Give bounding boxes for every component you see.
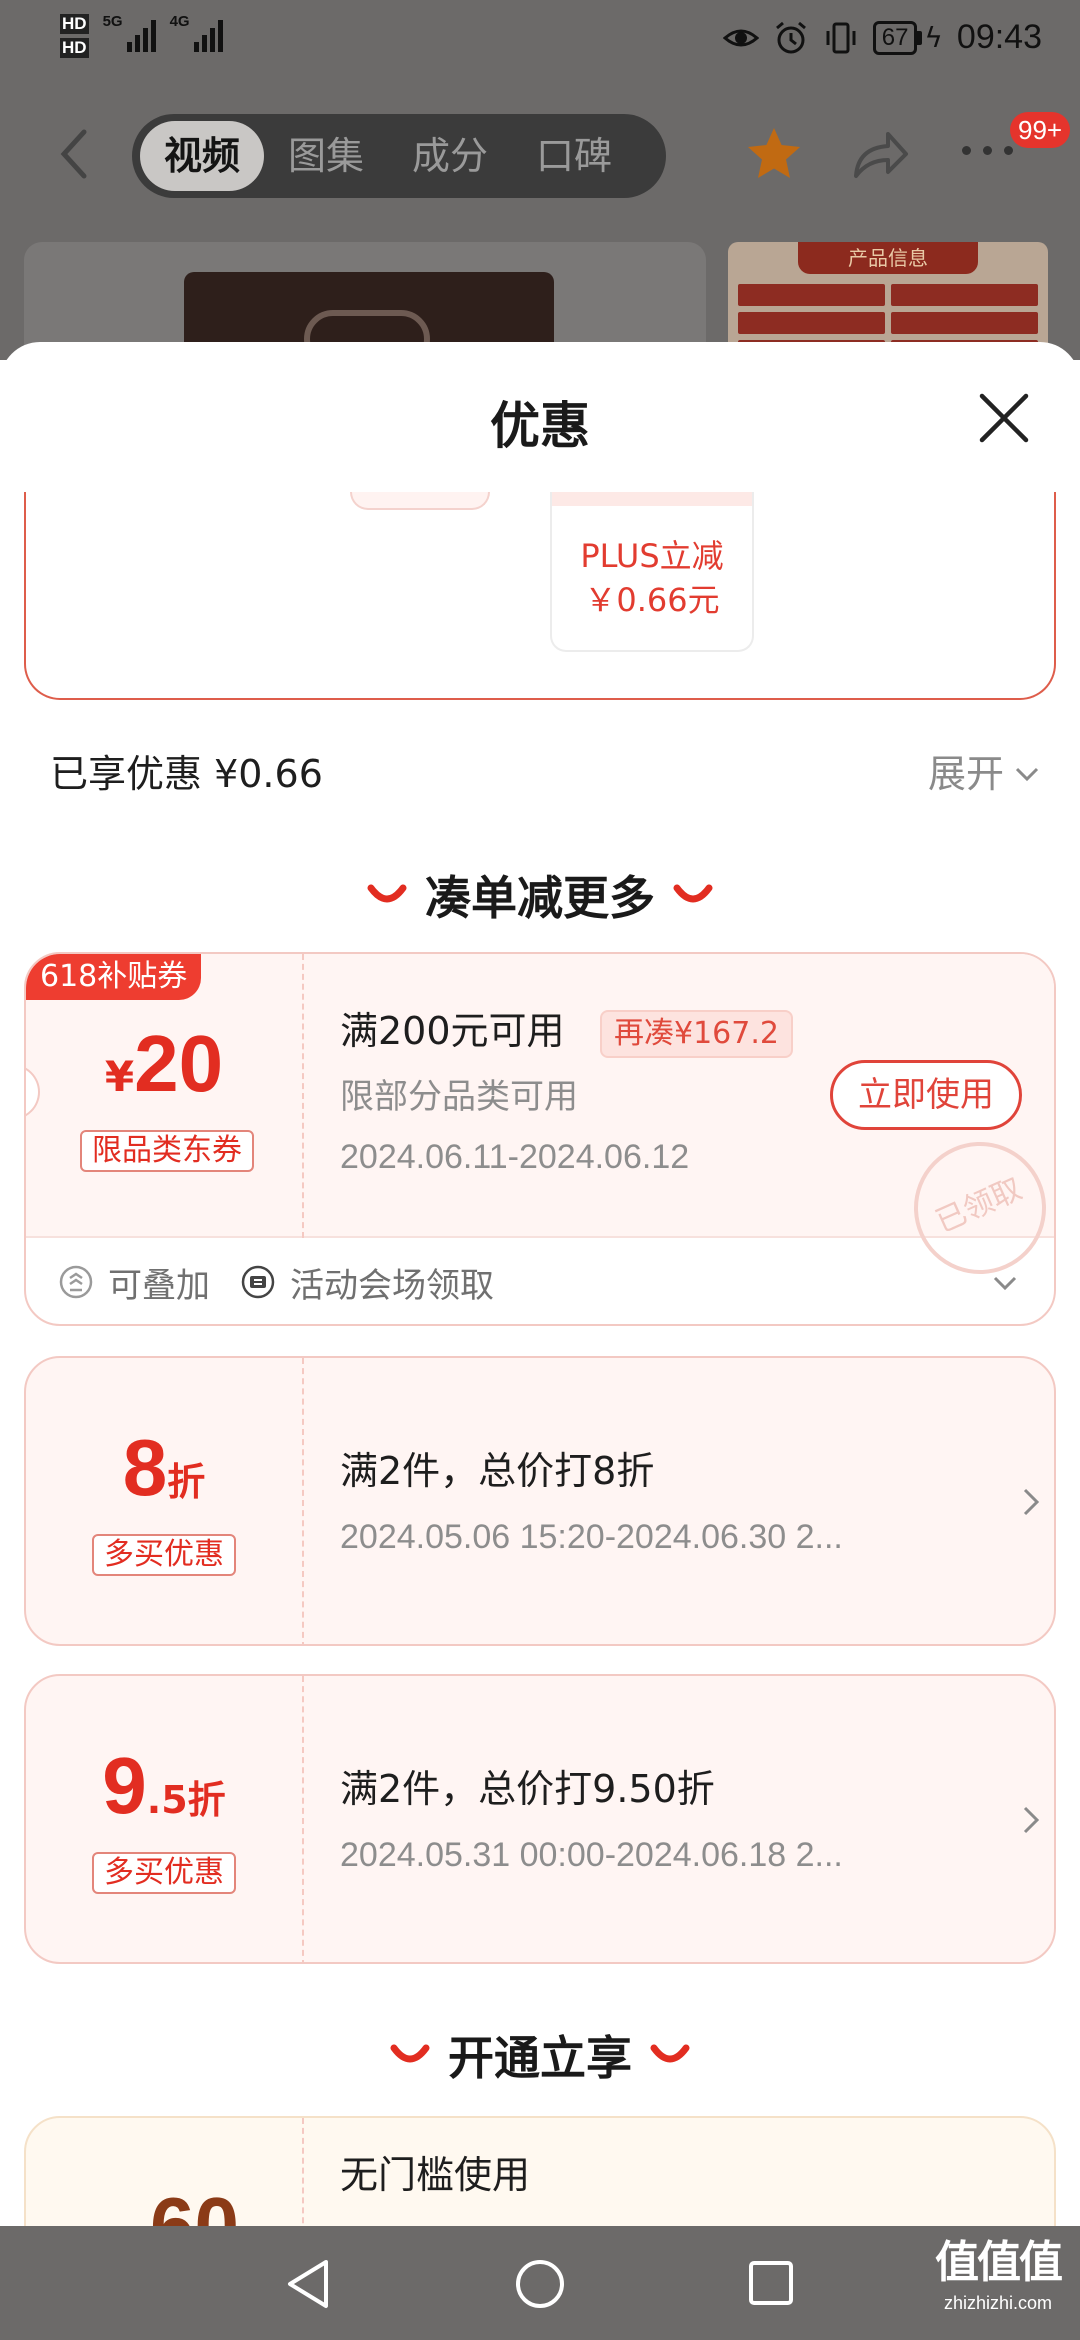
message-badge: 99+ (1010, 112, 1071, 148)
stackable-label: 可叠加 (108, 1265, 210, 1306)
discount-rate: 9.5折 (26, 1740, 302, 1832)
coupon-value: 20 (134, 1019, 224, 1108)
discount-tag: 多买优惠 (92, 1852, 236, 1894)
share-icon[interactable] (848, 126, 910, 182)
coupon-footer: 可叠加 活动会场领取 (26, 1240, 1054, 1324)
tab-gallery[interactable]: 图集 (264, 121, 388, 191)
section-header-open: 开通立享 (0, 2020, 1080, 2090)
expand-label: 展开 (927, 752, 1004, 796)
signal-4g: 4G (170, 14, 223, 52)
hd2-label: HD (60, 38, 89, 58)
charging-icon: ϟ (924, 21, 943, 54)
system-nav-bar: 值值值 zhizhizhi.com (0, 2226, 1080, 2340)
coupon-main: 618补贴券 ¥20 限品类东券 满200元可用 再凑¥167.2 限部分品类可… (26, 954, 1054, 1296)
source-label: 活动会场领取 (290, 1265, 494, 1306)
chevron-right-icon[interactable] (1020, 1486, 1042, 1518)
membership-condition: 无门槛使用 (340, 2153, 531, 2197)
signal-group: HD HD 5G 4G (60, 14, 223, 58)
background-page: HD HD 5G 4G 67 ϟ 09:43 视频 图集 成分 口碑 99+ 产… (0, 0, 1080, 360)
use-now-button[interactable]: 立即使用 (830, 1060, 1022, 1130)
applied-promotions-box: PLUS立减 ￥0.66元 (24, 492, 1056, 700)
need-more-tag: 再凑¥167.2 (600, 1010, 793, 1058)
battery-level: 67 (872, 20, 918, 55)
chevron-down-icon (1015, 767, 1039, 782)
discount-rate: 8折 (26, 1422, 302, 1514)
status-right: 67 ϟ 09:43 (722, 18, 1042, 57)
section-header-more: 凑单减更多 (0, 860, 1080, 930)
top-nav: 视频 图集 成分 口碑 (0, 110, 1080, 200)
watermark-logo: 值值值 zhizhizhi.com (924, 2234, 1072, 2314)
watermark-url: zhizhizhi.com (943, 2293, 1053, 2313)
status-bar: HD HD 5G 4G 67 ϟ 09:43 (0, 0, 1080, 80)
discount-card[interactable]: 9.5折 多买优惠 满2件，总价打9.50折 2024.05.31 00:00-… (24, 1674, 1056, 1964)
chevron-down-icon[interactable] (992, 1270, 1018, 1296)
signal-5g: 5G (103, 14, 156, 52)
enjoyed-discount: 已享优惠 ¥0.66 (50, 752, 323, 796)
battery-icon: 67 ϟ (872, 20, 943, 55)
category-tag: 限品类东券 (80, 1130, 254, 1172)
discount-card[interactable]: 8折 多买优惠 满2件，总价打8折 2024.05.06 15:20-2024.… (24, 1356, 1056, 1646)
discount-tag: 多买优惠 (92, 1534, 236, 1576)
tab-video[interactable]: 视频 (140, 121, 265, 191)
smile-decoration-icon (390, 2044, 430, 2063)
back-button[interactable] (50, 124, 100, 184)
coupon-amount: ¥20 (26, 1018, 302, 1110)
coupon-validity: 2024.06.11-2024.06.12 (340, 1138, 690, 1176)
promotion-sheet: 优惠 PLUS立减 ￥0.66元 已享优惠 ¥0.66 展开 凑单减更多 618… (0, 342, 1080, 2226)
section-title-more: 凑单减更多 (425, 871, 655, 925)
nav-recent-icon[interactable] (748, 2260, 794, 2306)
stackable-info: 可叠加 (58, 1258, 210, 1307)
smile-decoration-icon (367, 884, 407, 903)
nav-home-icon[interactable] (514, 2258, 566, 2310)
hd-indicators: HD HD (60, 14, 89, 58)
discount-small: .5折 (146, 1778, 226, 1822)
tab-ingredients[interactable]: 成分 (388, 121, 512, 191)
coupon-scope: 限部分品类可用 (340, 1077, 578, 1117)
sheet-title: 优惠 (490, 397, 590, 455)
smile-decoration-icon (673, 884, 713, 903)
alarm-icon (775, 21, 806, 53)
coupon-card[interactable]: 618补贴券 ¥20 限品类东券 满200元可用 再凑¥167.2 限部分品类可… (24, 952, 1056, 1326)
enjoyed-row: 已享优惠 ¥0.66 展开 (50, 742, 1040, 806)
vibrate-icon (826, 22, 856, 53)
product-info-header: 产品信息 (798, 242, 978, 274)
plus-label: PLUS立减 (580, 537, 724, 575)
eye-icon (722, 29, 759, 46)
nav-back-icon[interactable] (284, 2258, 332, 2310)
smile-decoration-icon (650, 2044, 690, 2063)
currency-symbol: ¥ (104, 1052, 135, 1101)
section-title-open: 开通立享 (448, 2031, 632, 2085)
signal-bars-icon (126, 18, 156, 52)
discount-big: 9 (102, 1741, 147, 1830)
tab-switcher: 视频 图集 成分 口碑 (132, 114, 666, 198)
favorite-star-icon[interactable] (744, 124, 804, 184)
discount-condition: 满2件，总价打8折 (340, 1449, 655, 1493)
discount-validity: 2024.05.06 15:20-2024.06.30 2... (340, 1518, 843, 1556)
tab-reviews[interactable]: 口碑 (512, 121, 636, 191)
hd1-label: HD (60, 14, 89, 34)
ticket-icon (241, 1265, 275, 1299)
more-icon[interactable] (962, 146, 1022, 160)
membership-amount: 60 (150, 2181, 239, 2226)
net2-label: 4G (169, 13, 190, 30)
promo-tile-remnant (350, 492, 490, 510)
close-icon[interactable] (976, 390, 1032, 446)
expand-button[interactable]: 展开 (928, 742, 1040, 806)
clock: 09:43 (956, 18, 1042, 56)
signal-bars-icon (193, 18, 223, 52)
watermark-text: 值值值 (935, 2237, 1063, 2288)
discount-small: 折 (167, 1460, 206, 1504)
discount-validity: 2024.05.31 00:00-2024.06.18 2... (340, 1836, 843, 1874)
stack-icon (59, 1265, 93, 1299)
discount-condition: 满2件，总价打9.50折 (340, 1767, 715, 1811)
coupon-tag: 618补贴券 (26, 954, 202, 1000)
net1-label: 5G (102, 13, 123, 30)
membership-coupon-card[interactable]: 60 无门槛使用 (24, 2116, 1056, 2226)
plus-amount: ￥0.66元 (584, 581, 720, 619)
coupon-condition: 满200元可用 (340, 1009, 565, 1053)
chevron-right-icon[interactable] (1020, 1804, 1042, 1836)
plus-discount-tile: PLUS立减 ￥0.66元 (550, 492, 754, 652)
discount-big: 8 (122, 1423, 168, 1512)
source-info: 活动会场领取 (240, 1258, 494, 1307)
